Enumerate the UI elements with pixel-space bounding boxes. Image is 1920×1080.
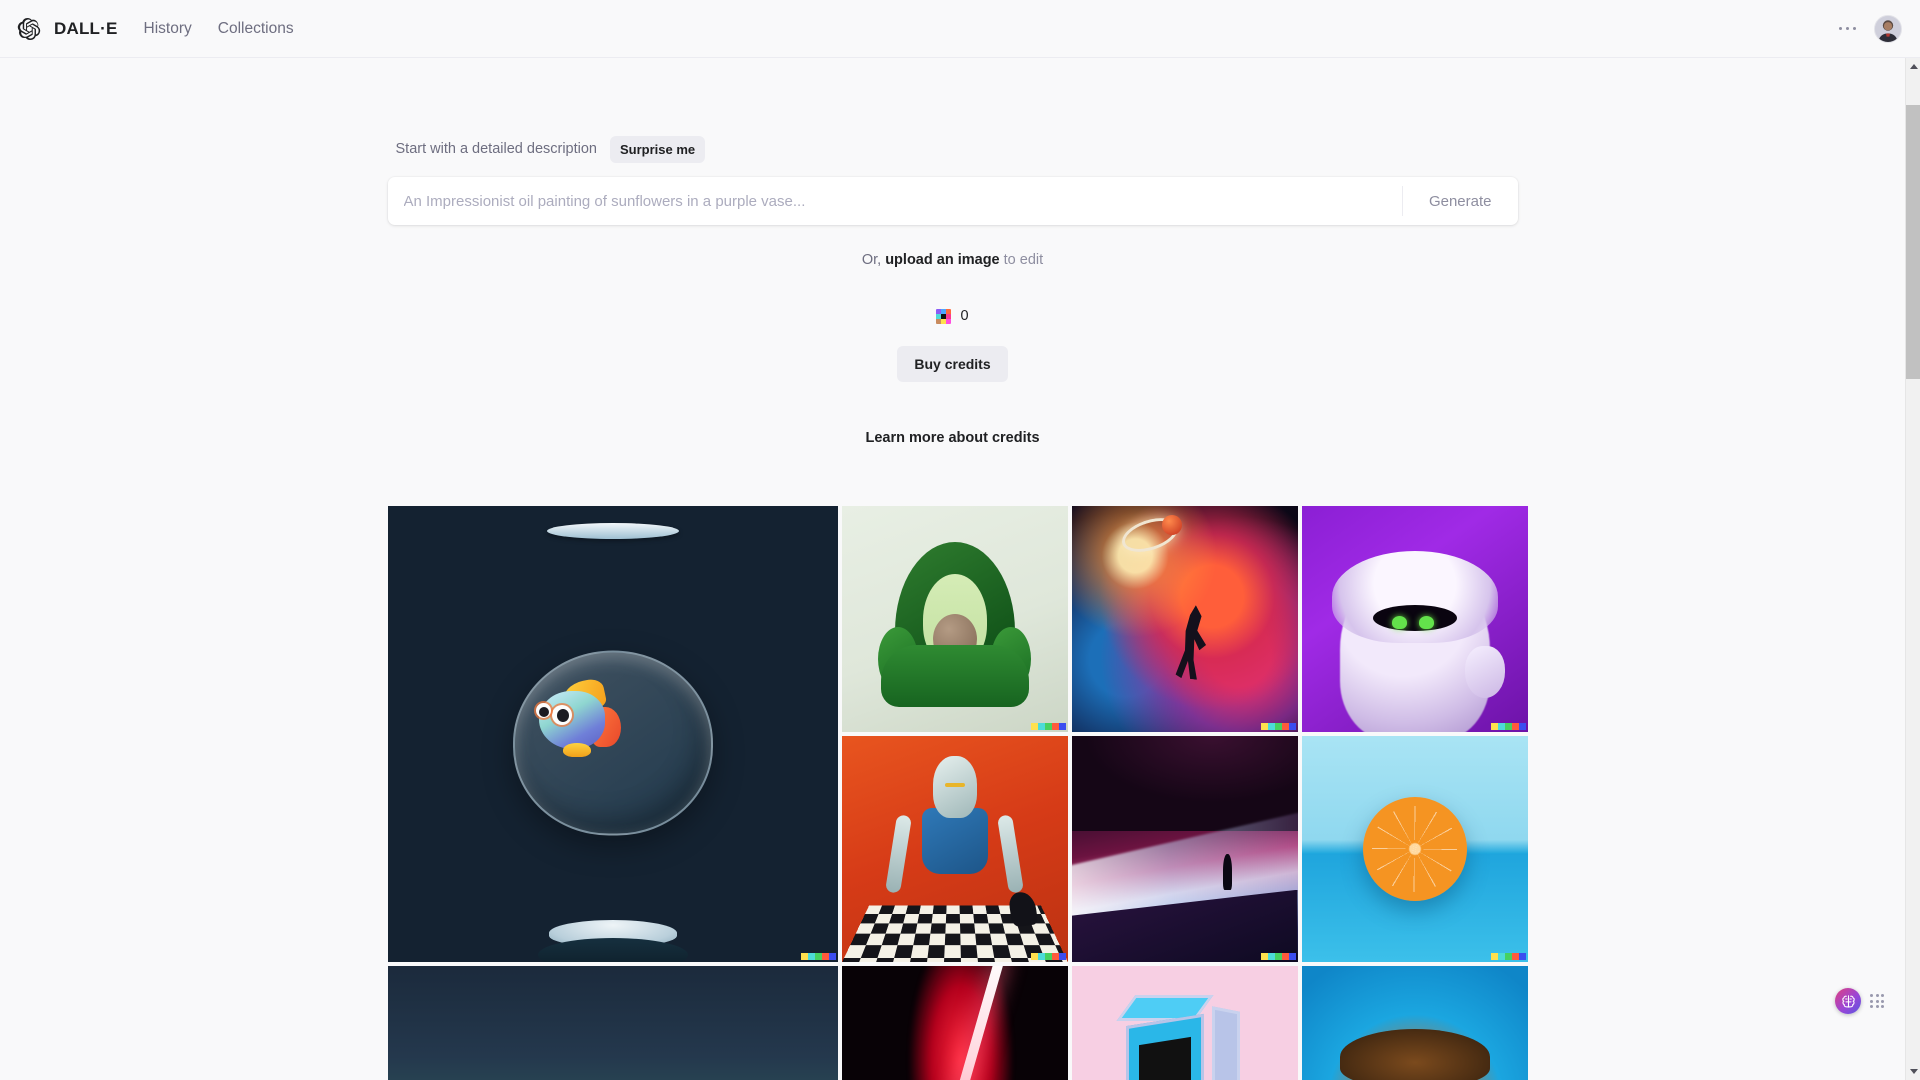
orange-half-artwork	[1301, 736, 1528, 962]
chess-knight-piece	[1007, 890, 1039, 928]
upload-lead-text: Or,	[861, 252, 886, 268]
portrait-hair	[1339, 1029, 1490, 1080]
fish-pupil-left	[538, 707, 549, 718]
dalle-watermark	[1260, 723, 1296, 730]
robot-arm-left	[885, 814, 913, 894]
upload-trail-text: to edit	[999, 252, 1044, 268]
chair-seat	[880, 645, 1029, 708]
chip-cell	[946, 318, 952, 324]
player-silhouette	[1172, 604, 1214, 681]
orange-slice	[1362, 797, 1467, 901]
nav-link-collections[interactable]: Collections	[218, 20, 294, 38]
dalle-watermark	[1030, 723, 1066, 730]
tile-avocado-chair[interactable]	[841, 506, 1068, 732]
tile-blue-cube[interactable]	[1071, 966, 1298, 1080]
astronaut-artwork	[387, 966, 838, 1080]
top-navigation-bar: DALL·E History Collections	[0, 0, 1920, 58]
generate-button[interactable]: Generate	[1403, 177, 1518, 225]
scroll-up-arrow-icon[interactable]	[1906, 58, 1920, 75]
prompt-bar: Generate	[387, 177, 1518, 225]
basketball	[1161, 515, 1182, 536]
credits-count: 0	[960, 308, 969, 324]
prompt-header: Start with a detailed description Surpri…	[388, 135, 1518, 163]
robot-eye-slit	[944, 783, 965, 788]
walking-figure	[1222, 853, 1232, 890]
robot-arm-right	[996, 814, 1024, 894]
buy-credits-button[interactable]: Buy credits	[897, 346, 1008, 382]
portrait-artwork	[1301, 966, 1528, 1080]
cosmic-dunk-artwork	[1071, 506, 1298, 732]
buy-credits-row: Buy credits	[388, 346, 1518, 382]
furry-monster-artwork	[1301, 506, 1528, 732]
tile-fishbowl[interactable]	[387, 506, 838, 962]
page-scroll-area: Start with a detailed description Surpri…	[0, 58, 1905, 1080]
learn-more-row: Learn more about credits	[388, 430, 1518, 446]
tile-orange-half[interactable]	[1301, 736, 1528, 962]
brand-title: DALL·E	[54, 18, 118, 38]
learn-more-about-credits-link[interactable]: Learn more about credits	[865, 430, 1039, 446]
dalle-watermark	[1490, 953, 1526, 960]
upload-image-line: Or, upload an image to edit	[388, 252, 1518, 268]
fishbowl-rim	[546, 523, 679, 539]
cartoon-fish	[529, 677, 625, 758]
openai-logo-icon[interactable]	[16, 16, 42, 42]
nav-links: History Collections	[144, 20, 294, 38]
dalle-watermark	[1260, 953, 1296, 960]
tile-robot-chess[interactable]	[841, 736, 1068, 962]
monster-eye-left	[1391, 615, 1407, 629]
monster-claw	[1464, 646, 1505, 699]
tile-astronaut[interactable]	[387, 966, 838, 1080]
prompt-input[interactable]	[387, 177, 1402, 225]
ellipsis-icon[interactable]	[1837, 21, 1859, 37]
surprise-me-button[interactable]: Surprise me	[610, 135, 706, 163]
upload-an-image-link[interactable]: upload an image	[885, 252, 999, 268]
dalle-watermark	[800, 953, 836, 960]
monster-eye-right	[1419, 615, 1435, 629]
sample-image-gallery	[387, 506, 1528, 1080]
monster-eye-mask	[1372, 605, 1457, 632]
drag-grip-icon[interactable]	[1870, 994, 1884, 1008]
robot-chess-artwork	[841, 736, 1068, 962]
scrollbar-thumb[interactable]	[1906, 105, 1920, 379]
cube-screen	[1139, 1036, 1192, 1080]
fish-body	[538, 691, 605, 750]
content-column: Start with a detailed description Surpri…	[387, 58, 1528, 1080]
dune-sky	[1071, 736, 1298, 831]
tile-dune-figure[interactable]	[1071, 736, 1298, 962]
credits-chip-icon	[936, 308, 952, 324]
credits-row: 0	[388, 308, 1518, 324]
fishbowl-artwork	[387, 506, 838, 962]
avocado-chair-artwork	[841, 506, 1068, 732]
neon-red-glow	[882, 966, 1041, 1080]
cube-side-face	[1211, 1006, 1240, 1080]
blue-cube-artwork	[1071, 966, 1298, 1080]
neon-light-artwork	[841, 966, 1068, 1080]
dune-figure-artwork	[1071, 736, 1298, 962]
tile-portrait[interactable]	[1301, 966, 1528, 1080]
fish-pupil-right	[556, 709, 569, 723]
dalle-watermark	[1030, 953, 1066, 960]
nav-link-history[interactable]: History	[144, 20, 192, 38]
vertical-scrollbar[interactable]	[1905, 58, 1920, 1080]
tile-neon-light[interactable]	[841, 966, 1068, 1080]
scroll-down-arrow-icon[interactable]	[1906, 1063, 1920, 1080]
dalle-watermark	[1490, 723, 1526, 730]
floating-assistant-widget	[1835, 988, 1884, 1014]
ai-brain-icon[interactable]	[1835, 988, 1861, 1014]
fish-ventral-fin	[562, 743, 591, 758]
user-avatar[interactable]	[1874, 14, 1902, 43]
tile-furry-monster[interactable]	[1301, 506, 1528, 732]
prompt-label: Start with a detailed description	[395, 141, 598, 157]
top-bar-right-cluster	[1837, 14, 1902, 43]
orange-segments	[1371, 806, 1458, 892]
tile-cosmic-dunk[interactable]	[1071, 506, 1298, 732]
